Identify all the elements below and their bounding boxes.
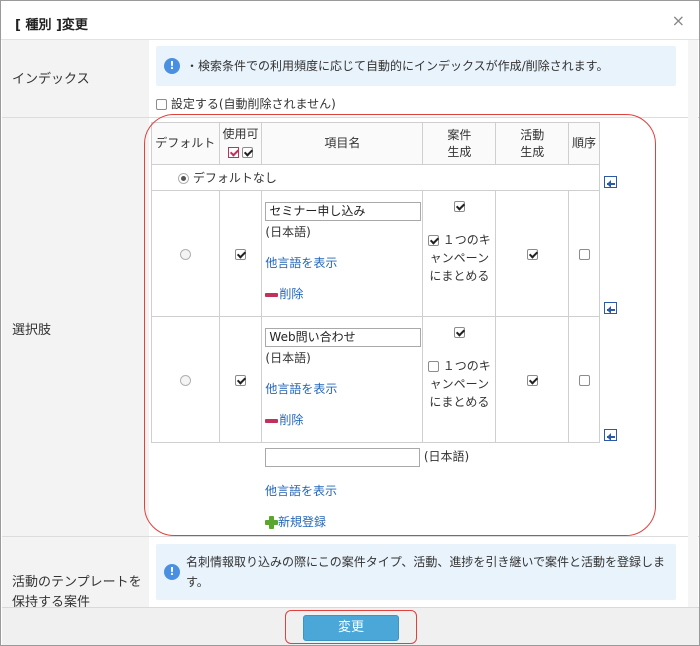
add-new-label: 新規登録 xyxy=(278,515,327,529)
index-setting-checkbox[interactable] xyxy=(156,99,167,110)
usable-all-checkbox-alt[interactable] xyxy=(242,147,254,158)
options-table: デフォルト 使用可 項目名 案件生成 活動生成 順序 デフォルトなし セミナー申… xyxy=(151,122,600,443)
index-info-text: ・検索条件での利用頻度に応じて自動的にインデックスが作成/削除されます。 xyxy=(186,59,609,73)
case-create-cell: １つのキャンペーンにまとめる xyxy=(422,190,497,317)
new-option-input[interactable] xyxy=(265,448,420,467)
case-create-cell: １つのキャンペーンにまとめる xyxy=(422,316,497,443)
order-checkbox[interactable] xyxy=(578,248,590,260)
no-default-label: デフォルトなし xyxy=(192,171,277,185)
campaign-checkbox[interactable] xyxy=(427,361,439,372)
delete-label: 削除 xyxy=(279,413,304,427)
option-name-input[interactable]: セミナー申し込み xyxy=(265,202,422,221)
case-create-checkbox[interactable] xyxy=(453,201,465,212)
options-header-row: デフォルト 使用可 項目名 案件生成 活動生成 順序 xyxy=(151,122,600,165)
new-show-other-lang-link[interactable]: 他言語を表示 xyxy=(265,482,337,499)
header-name: 項目名 xyxy=(261,122,424,165)
close-icon[interactable]: × xyxy=(672,13,685,29)
header-case-create-label: 案件生成 xyxy=(447,127,472,159)
template-info-text: 名刺情報取り込みの際にこの案件タイプ、活動、進捗を引き継いで案件と活動を登録しま… xyxy=(186,555,666,589)
header-usable: 使用可 xyxy=(218,122,263,165)
insert-row-icon[interactable] xyxy=(604,176,617,188)
dialog: [ 種別 ]変更 × インデックス ! ・検索条件での利用頻度に応じて自動的にイ… xyxy=(0,0,700,646)
show-other-lang-link[interactable]: 他言語を表示 xyxy=(265,382,422,397)
delete-icon xyxy=(265,292,279,297)
usable-checkbox[interactable] xyxy=(235,248,247,260)
index-setting-label: 設定する(自動削除されません) xyxy=(170,97,336,111)
table-row: Web問い合わせ (日本語) 他言語を表示 削除 １つのキャンペーンにまとめる xyxy=(151,316,600,443)
case-create-checkbox[interactable] xyxy=(453,327,465,338)
delete-link[interactable]: 削除 xyxy=(265,413,422,428)
activity-create-cell[interactable] xyxy=(495,190,570,317)
no-default-cell[interactable]: デフォルトなし xyxy=(151,164,600,191)
show-other-lang-link[interactable]: 他言語を表示 xyxy=(265,256,422,271)
activity-create-checkbox[interactable] xyxy=(526,374,538,386)
plus-icon xyxy=(265,516,278,529)
order-checkbox[interactable] xyxy=(578,374,590,386)
header-activity-create-label: 活動生成 xyxy=(520,127,545,159)
default-radio[interactable] xyxy=(179,374,191,386)
header-default: デフォルト xyxy=(151,122,220,165)
usable-checkbox[interactable] xyxy=(235,374,247,386)
delete-link[interactable]: 削除 xyxy=(265,287,422,302)
new-option-lang: (日本語) xyxy=(423,449,470,464)
info-icon: ! xyxy=(164,58,180,74)
activity-create-cell[interactable] xyxy=(495,316,570,443)
delete-icon xyxy=(265,418,279,423)
options-label: 選択肢 xyxy=(12,323,52,338)
option-lang: (日本語) xyxy=(265,225,311,239)
name-cell: Web問い合わせ (日本語) 他言語を表示 削除 xyxy=(261,316,424,443)
order-cell[interactable] xyxy=(568,190,600,317)
table-row: セミナー申し込み (日本語) 他言語を表示 削除 １つのキャンペーンにまとめる xyxy=(151,190,600,317)
option-lang: (日本語) xyxy=(265,351,311,365)
default-radio[interactable] xyxy=(179,248,191,260)
usable-cell[interactable] xyxy=(218,190,263,317)
option-name-input[interactable]: Web問い合わせ xyxy=(265,328,422,347)
header-order: 順序 xyxy=(568,122,600,165)
delete-label: 削除 xyxy=(279,287,304,301)
default-radio-cell[interactable] xyxy=(151,190,220,317)
name-cell: セミナー申し込み (日本語) 他言語を表示 削除 xyxy=(261,190,424,317)
template-info-box: ! 名刺情報取り込みの際にこの案件タイプ、活動、進捗を引き継いで案件と活動を登録… xyxy=(156,544,676,600)
usable-cell[interactable] xyxy=(218,316,263,443)
dialog-title: [ 種別 ]変更 xyxy=(15,18,88,33)
campaign-checkbox[interactable] xyxy=(427,235,439,246)
header-usable-label: 使用可 xyxy=(222,127,259,141)
no-default-row: デフォルトなし xyxy=(151,164,600,191)
index-info-box: ! ・検索条件での利用頻度に応じて自動的にインデックスが作成/削除されます。 xyxy=(156,46,676,86)
index-setting[interactable]: 設定する(自動削除されません) xyxy=(156,95,336,112)
usable-all-checkbox[interactable] xyxy=(227,147,239,158)
activity-create-checkbox[interactable] xyxy=(526,248,538,260)
submit-button[interactable]: 変更 xyxy=(303,615,399,641)
header-activity-create: 活動生成 xyxy=(495,122,570,165)
insert-row-icon[interactable] xyxy=(604,429,617,441)
add-new-link[interactable]: 新規登録 xyxy=(265,513,326,530)
info-icon: ! xyxy=(164,564,180,580)
order-cell[interactable] xyxy=(568,316,600,443)
scrollbar[interactable] xyxy=(688,40,698,607)
default-radio-cell[interactable] xyxy=(151,316,220,443)
no-default-radio[interactable] xyxy=(178,173,189,184)
header-case-create: 案件生成 xyxy=(422,122,497,165)
insert-row-icon[interactable] xyxy=(604,302,617,314)
index-label: インデックス xyxy=(12,72,90,87)
campaign-option[interactable]: １つのキャンペーンにまとめる xyxy=(426,357,492,411)
campaign-option[interactable]: １つのキャンペーンにまとめる xyxy=(426,231,492,285)
header-usable-checks xyxy=(220,144,262,161)
new-entry-row: (日本語) xyxy=(265,447,469,467)
